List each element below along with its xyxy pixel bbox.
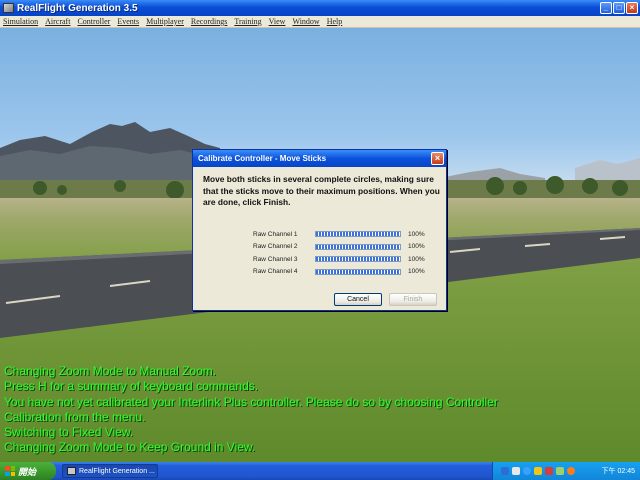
log-line: Calibration from the menu. — [4, 409, 146, 424]
channel-percent: 100% — [408, 230, 425, 238]
channel-row: Raw Channel 4 100% — [253, 266, 425, 279]
app-tray-icon[interactable] — [567, 467, 575, 475]
channel-row: Raw Channel 2 100% — [253, 241, 425, 254]
close-button[interactable]: × — [626, 2, 638, 14]
channel-list: Raw Channel 1 100% Raw Channel 2 100% Ra… — [253, 228, 425, 278]
menu-multiplayer[interactable]: Multiplayer — [146, 17, 184, 26]
security-icon[interactable] — [545, 467, 553, 475]
clock[interactable]: 下午 02:45 — [602, 466, 635, 476]
dialog-titlebar[interactable]: Calibrate Controller - Move Sticks × — [193, 150, 446, 167]
start-label: 開始 — [18, 466, 37, 477]
menu-training[interactable]: Training — [234, 17, 261, 26]
log-line: Changing Zoom Mode to Manual Zoom. — [4, 364, 217, 378]
channel-progress-bar — [315, 256, 401, 263]
minimize-button[interactable]: _ — [600, 2, 612, 14]
window-titlebar[interactable]: RealFlight Generation 3.5 _ □ × — [0, 0, 640, 16]
menu-simulation[interactable]: Simulation — [3, 17, 38, 26]
log-line: Changing Zoom Mode to Keep Ground in Vie… — [4, 440, 256, 455]
channel-percent: 100% — [408, 243, 425, 251]
dialog-buttons: Cancel Finish — [334, 293, 437, 306]
keyboard-icon[interactable] — [501, 467, 509, 475]
channel-label: Raw Channel 2 — [253, 243, 298, 251]
channel-progress-bar — [315, 268, 401, 275]
start-button[interactable]: 開始 — [0, 462, 56, 480]
volume-icon[interactable] — [534, 467, 542, 475]
menu-bar: Simulation Aircraft Controller Events Mu… — [0, 16, 640, 28]
menu-aircraft[interactable]: Aircraft — [45, 17, 70, 26]
dialog-message: Move both sticks in several complete cir… — [203, 174, 440, 207]
menu-view[interactable]: View — [269, 17, 286, 26]
app-icon — [67, 467, 76, 475]
channel-label: Raw Channel 1 — [253, 230, 298, 238]
channel-percent: 100% — [408, 268, 425, 276]
system-tray: 下午 02:45 — [492, 462, 640, 480]
cancel-button[interactable]: Cancel — [334, 293, 382, 306]
menu-window[interactable]: Window — [292, 17, 319, 26]
language-icon[interactable] — [512, 467, 520, 475]
menu-controller[interactable]: Controller — [77, 17, 110, 26]
taskbar-item-realflight[interactable]: RealFlight Generation ... — [62, 464, 158, 478]
windows-logo-icon — [5, 466, 15, 476]
channel-label: Raw Channel 3 — [253, 255, 298, 263]
log-line: Switching to Fixed View. — [4, 425, 134, 440]
update-icon[interactable] — [556, 467, 564, 475]
window-controls: _ □ × — [600, 2, 638, 14]
menu-events[interactable]: Events — [117, 17, 139, 26]
channel-row: Raw Channel 1 100% — [253, 228, 425, 241]
log-line: You have not yet calibrated your Interli… — [4, 394, 498, 409]
channel-progress-bar — [315, 243, 401, 250]
network-icon[interactable] — [523, 467, 531, 475]
channel-percent: 100% — [408, 255, 425, 263]
window-title: RealFlight Generation 3.5 — [17, 2, 138, 14]
log-line: Press H for a summary of keyboard comman… — [4, 379, 259, 394]
channel-row: Raw Channel 3 100% — [253, 253, 425, 266]
calibrate-controller-dialog: Calibrate Controller - Move Sticks × Mov… — [192, 149, 447, 311]
taskbar: 開始 RealFlight Generation ... 下午 02:45 — [0, 462, 640, 480]
message-log: Changing Zoom Mode to Manual Zoom. Press… — [4, 364, 634, 456]
finish-button[interactable]: Finish — [389, 293, 437, 306]
channel-label: Raw Channel 4 — [253, 268, 298, 276]
menu-help[interactable]: Help — [327, 17, 343, 26]
dialog-close-button[interactable]: × — [431, 152, 444, 165]
taskbar-item-label: RealFlight Generation ... — [79, 467, 155, 475]
app-icon — [3, 3, 14, 13]
channel-progress-bar — [315, 231, 401, 238]
menu-recordings[interactable]: Recordings — [191, 17, 227, 26]
maximize-button[interactable]: □ — [613, 2, 625, 14]
dialog-title: Calibrate Controller - Move Sticks — [198, 154, 327, 163]
